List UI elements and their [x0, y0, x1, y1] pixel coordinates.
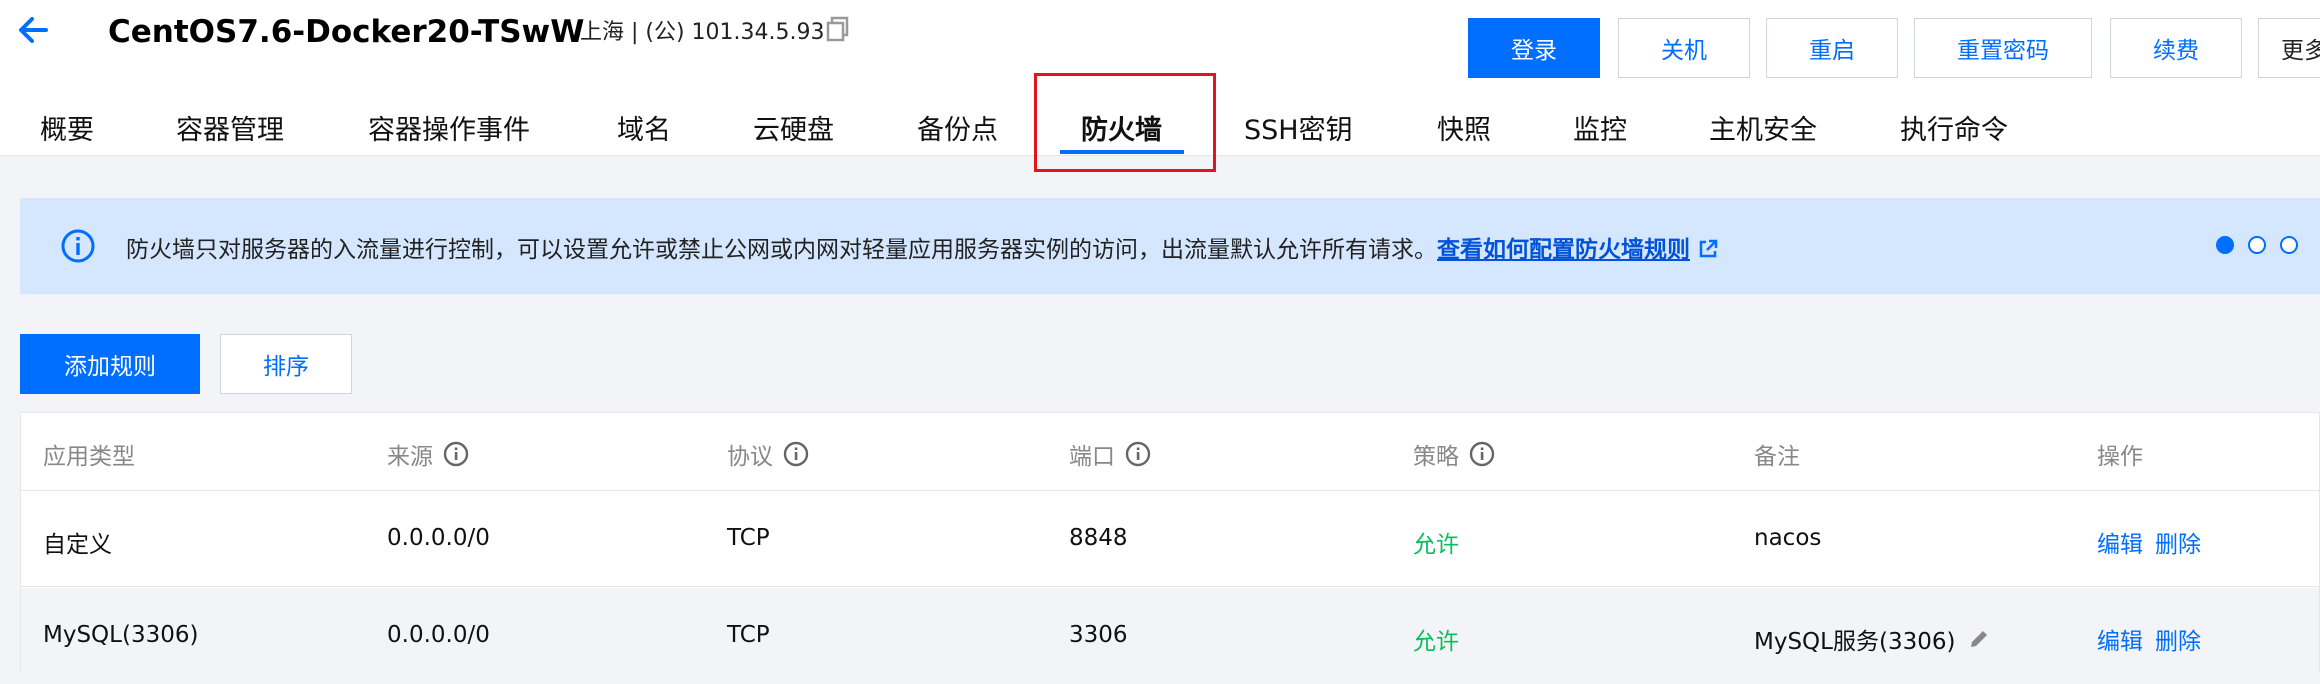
carousel-dot[interactable]	[2280, 236, 2298, 254]
back-arrow-icon[interactable]	[14, 10, 54, 50]
column-label: 操作	[2097, 444, 2143, 470]
column-protocol: 协议	[727, 437, 809, 471]
column-label: 备注	[1754, 444, 1800, 470]
table-header: 应用类型 来源 协议 端口 策略 备注 操作	[21, 413, 2319, 491]
ip-info: 上海 | (公) 101.34.5.93	[580, 20, 825, 45]
remark-text: MySQL服务(3306)	[1754, 629, 1956, 655]
top-bar: CentOS7.6-Docker20-TSwW 上海 | (公) 101.34.…	[0, 0, 2320, 156]
cell-source: 0.0.0.0/0	[387, 525, 490, 551]
column-label: 来源	[387, 444, 433, 470]
cell-policy: 允许	[1413, 532, 1459, 558]
tab-firewall[interactable]: 防火墙	[1081, 108, 1162, 147]
cell-remark: nacos	[1754, 525, 1822, 551]
tab-snapshot[interactable]: 快照	[1437, 108, 1491, 147]
restart-button[interactable]: 重启	[1766, 18, 1898, 78]
delete-link[interactable]: 删除	[2155, 525, 2201, 559]
info-circle-icon[interactable]	[783, 441, 809, 467]
table-row: 自定义 0.0.0.0/0 TCP 8848 允许 nacos 编辑 删除	[21, 491, 2319, 587]
carousel-dot[interactable]	[2216, 236, 2234, 254]
info-notice: 防火墙只对服务器的入流量进行控制，可以设置允许或禁止公网或内网对轻量应用服务器实…	[20, 198, 2320, 294]
tab-run-command[interactable]: 执行命令	[1900, 108, 2008, 147]
table-row: MySQL(3306) 0.0.0.0/0 TCP 3306 允许 MySQL服…	[21, 588, 2319, 684]
cell-policy: 允许	[1413, 629, 1459, 655]
delete-link[interactable]: 删除	[2155, 622, 2201, 656]
sort-button[interactable]: 排序	[220, 334, 352, 394]
add-rule-button[interactable]: 添加规则	[20, 334, 200, 394]
tab-backup[interactable]: 备份点	[917, 108, 998, 147]
column-label: 协议	[727, 444, 773, 470]
tab-overview[interactable]: 概要	[40, 108, 94, 147]
firewall-help-link[interactable]: 查看如何配置防火墙规则	[1437, 237, 1690, 263]
tab-host-security[interactable]: 主机安全	[1709, 108, 1817, 147]
shutdown-button[interactable]: 关机	[1618, 18, 1750, 78]
active-tab-indicator	[1060, 150, 1184, 154]
cell-app-type: 自定义	[43, 532, 112, 558]
column-label: 策略	[1413, 444, 1459, 470]
tab-domain[interactable]: 域名	[617, 108, 671, 147]
info-circle-icon[interactable]	[1125, 441, 1151, 467]
info-circle-icon[interactable]	[1469, 441, 1495, 467]
pencil-icon[interactable]	[1967, 627, 1991, 651]
notice-text: 防火墙只对服务器的入流量进行控制，可以设置允许或禁止公网或内网对轻量应用服务器实…	[126, 237, 1437, 263]
column-operations: 操作	[2097, 437, 2143, 471]
notice-text-wrap: 防火墙只对服务器的入流量进行控制，可以设置允许或禁止公网或内网对轻量应用服务器实…	[126, 230, 1718, 264]
more-button[interactable]: 更多	[2258, 18, 2320, 78]
tab-cloud-disk[interactable]: 云硬盘	[753, 108, 834, 147]
column-label: 端口	[1069, 444, 1115, 470]
column-source: 来源	[387, 437, 469, 471]
column-policy: 策略	[1413, 437, 1495, 471]
cell-operations: 编辑 删除	[2097, 525, 2201, 559]
cell-protocol: TCP	[727, 525, 770, 551]
renew-button[interactable]: 续费	[2110, 18, 2242, 78]
cell-app-type: MySQL(3306)	[43, 622, 199, 648]
cell-port: 3306	[1069, 622, 1128, 648]
edit-link[interactable]: 编辑	[2097, 622, 2143, 656]
column-port: 端口	[1069, 437, 1151, 471]
info-circle-icon[interactable]	[443, 441, 469, 467]
reset-password-button[interactable]: 重置密码	[1914, 18, 2092, 78]
cell-remark: MySQL服务(3306)	[1754, 622, 1991, 656]
tab-container-management[interactable]: 容器管理	[176, 108, 284, 147]
cell-source: 0.0.0.0/0	[387, 622, 490, 648]
cell-protocol: TCP	[727, 622, 770, 648]
carousel-dots	[2216, 236, 2298, 254]
column-remark: 备注	[1754, 437, 1800, 471]
cell-operations: 编辑 删除	[2097, 622, 2201, 656]
tab-monitoring[interactable]: 监控	[1573, 108, 1627, 147]
cell-port: 8848	[1069, 525, 1128, 551]
column-label: 应用类型	[43, 444, 135, 470]
carousel-dot[interactable]	[2248, 236, 2266, 254]
firewall-rules-table: 应用类型 来源 协议 端口 策略 备注 操作 自定义 0.0.0.0/0 TCP…	[20, 412, 2320, 684]
external-link-icon[interactable]	[1698, 239, 1718, 259]
info-icon	[61, 229, 95, 263]
instance-title: CentOS7.6-Docker20-TSwW	[108, 14, 585, 50]
column-app-type: 应用类型	[43, 437, 135, 471]
edit-link[interactable]: 编辑	[2097, 525, 2143, 559]
copy-icon[interactable]	[826, 16, 850, 42]
login-button[interactable]: 登录	[1468, 18, 1600, 78]
tab-bar: 概要 容器管理 容器操作事件 域名 云硬盘 备份点 防火墙 SSH密钥 快照 监…	[0, 100, 2320, 156]
tab-ssh-keys[interactable]: SSH密钥	[1244, 108, 1353, 147]
tab-container-events[interactable]: 容器操作事件	[368, 108, 530, 147]
